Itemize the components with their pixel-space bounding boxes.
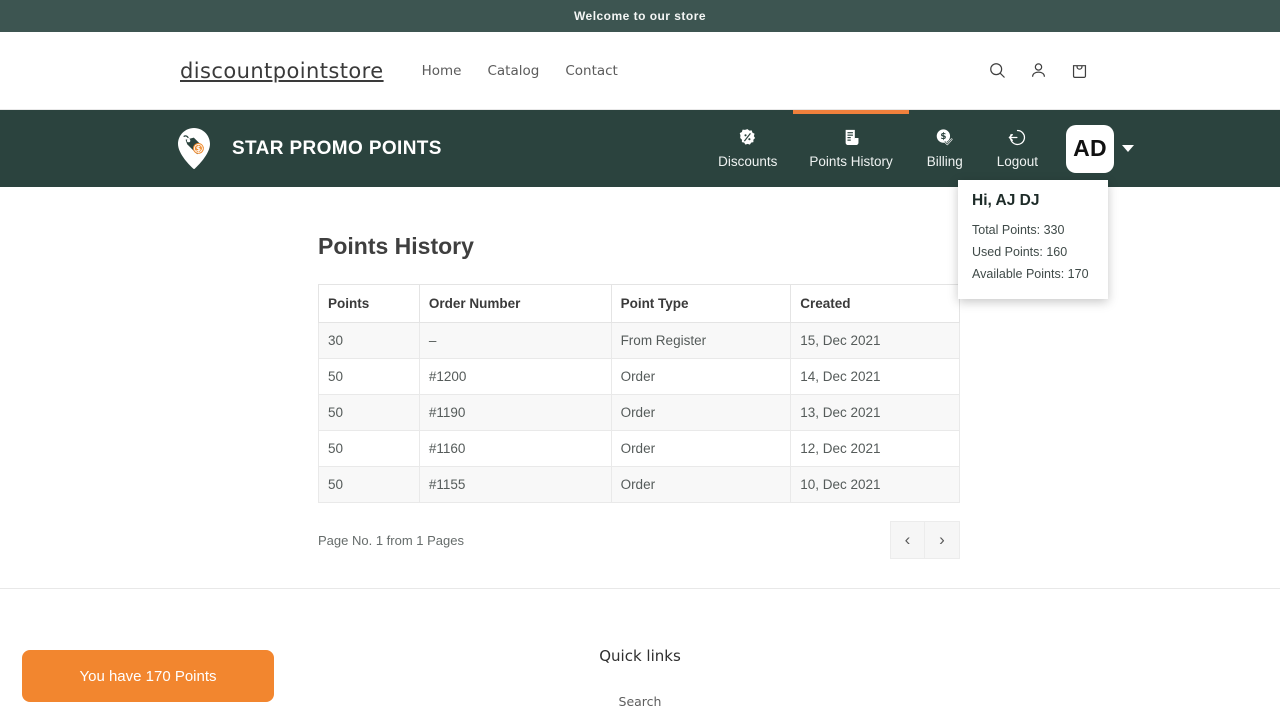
table-body: 30 – From Register 15, Dec 2021 50 #1200… <box>318 322 960 503</box>
cell-created: 10, Dec 2021 <box>790 466 960 503</box>
cart-icon[interactable] <box>1069 60 1090 81</box>
app-nav-items: Discounts Points History $ Billing Logou… <box>702 110 1280 187</box>
search-icon[interactable] <box>987 60 1008 81</box>
pagination: Page No. 1 from 1 Pages ‹ › <box>318 521 960 559</box>
cell-point-type: Order <box>610 394 792 431</box>
cell-order-number: – <box>418 322 612 359</box>
receipt-icon <box>842 128 861 147</box>
cell-created: 14, Dec 2021 <box>790 358 960 395</box>
cell-point-type: From Register <box>610 322 792 359</box>
svg-text:$: $ <box>941 132 947 142</box>
account-icon[interactable] <box>1028 60 1049 81</box>
footer-link-search[interactable]: Search <box>619 694 662 709</box>
used-points-line: Used Points: 160 <box>972 245 1068 259</box>
nav-item-billing[interactable]: $ Billing <box>909 110 981 187</box>
available-points-line: Available Points: 170 <box>972 267 1089 281</box>
table-header-row: Points Order Number Point Type Created <box>318 284 960 323</box>
nav-item-discounts-label: Discounts <box>718 154 778 169</box>
column-header-created: Created <box>790 284 960 323</box>
announcement-bar: Welcome to our store <box>0 0 1280 32</box>
store-nav-item-home[interactable]: Home <box>422 63 462 79</box>
percent-badge-icon <box>738 128 757 147</box>
table-row: 50 #1200 Order 14, Dec 2021 <box>318 358 960 395</box>
store-header-icons <box>987 60 1256 81</box>
cell-order-number: #1190 <box>418 394 612 431</box>
pagination-prev-button[interactable]: ‹ <box>890 521 925 559</box>
cell-order-number: #1200 <box>418 358 612 395</box>
nav-item-discounts[interactable]: Discounts <box>702 110 793 187</box>
app-brand-title: STAR PROMO POINTS <box>232 137 442 159</box>
logout-arrow-icon <box>1008 128 1027 147</box>
table-row: 30 – From Register 15, Dec 2021 <box>318 322 960 359</box>
cell-point-type: Order <box>610 430 792 467</box>
column-header-order-number: Order Number <box>418 284 612 323</box>
cell-created: 12, Dec 2021 <box>790 430 960 467</box>
points-badge-button[interactable]: You have 170 Points <box>22 650 274 702</box>
store-main-nav: Home Catalog Contact <box>422 63 618 79</box>
store-logo[interactable]: discountpointstore <box>180 59 384 83</box>
column-header-point-type: Point Type <box>610 284 792 323</box>
cell-points: 50 <box>318 466 420 503</box>
app-navbar: $ STAR PROMO POINTS Discounts Points His… <box>0 110 1280 299</box>
column-header-points: Points <box>318 284 420 323</box>
points-history-table: Points Order Number Point Type Created 3… <box>318 284 960 503</box>
user-dropdown-panel: Hi, AJ DJ Total Points: 330 Used Points:… <box>958 180 1108 299</box>
cell-order-number: #1160 <box>418 430 612 467</box>
table-head: Points Order Number Point Type Created <box>318 284 960 323</box>
nav-item-points-history[interactable]: Points History <box>793 110 909 187</box>
cell-order-number: #1155 <box>418 466 612 503</box>
location-pin-price-tag-icon: $ <box>170 125 218 173</box>
nav-item-logout[interactable]: Logout <box>981 110 1054 187</box>
cell-created: 13, Dec 2021 <box>790 394 960 431</box>
cell-points: 50 <box>318 394 420 431</box>
nav-item-billing-label: Billing <box>926 154 963 169</box>
table-row: 50 #1160 Order 12, Dec 2021 <box>318 430 960 467</box>
page-title: Points History <box>318 233 474 259</box>
cell-created: 15, Dec 2021 <box>790 322 960 359</box>
user-menu[interactable]: AD <box>1054 110 1134 187</box>
dollar-check-icon: $ <box>935 128 954 147</box>
pagination-text: Page No. 1 from 1 Pages <box>318 532 464 548</box>
cell-points: 30 <box>318 322 420 359</box>
user-greeting: Hi, AJ DJ <box>972 192 1040 209</box>
nav-item-points-history-label: Points History <box>809 154 893 169</box>
caret-down-icon[interactable] <box>1122 145 1134 152</box>
store-header: discountpointstore Home Catalog Contact <box>0 32 1280 110</box>
table-row: 50 #1190 Order 13, Dec 2021 <box>318 394 960 431</box>
nav-item-logout-label: Logout <box>996 154 1038 169</box>
cell-points: 50 <box>318 430 420 467</box>
svg-text:$: $ <box>196 144 201 153</box>
app-brand[interactable]: $ STAR PROMO POINTS <box>170 125 442 173</box>
cell-point-type: Order <box>610 358 792 395</box>
cell-points: 50 <box>318 358 420 395</box>
pagination-next-button[interactable]: › <box>925 521 960 559</box>
announcement-text: Welcome to our store <box>573 9 707 23</box>
avatar[interactable]: AD <box>1066 124 1114 173</box>
table-row: 50 #1155 Order 10, Dec 2021 <box>318 466 960 503</box>
store-nav-item-contact[interactable]: Contact <box>565 63 618 79</box>
store-nav-item-catalog[interactable]: Catalog <box>487 63 539 79</box>
cell-point-type: Order <box>610 466 792 503</box>
pagination-buttons: ‹ › <box>890 521 960 559</box>
total-points-line: Total Points: 330 <box>972 223 1065 237</box>
